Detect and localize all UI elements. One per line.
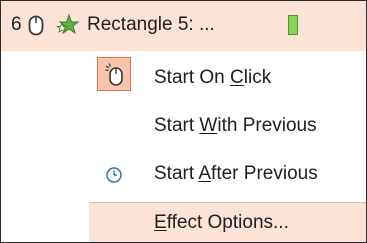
menu-item-label: Start On Click: [154, 67, 272, 88]
menu-item-effect-options[interactable]: Effect Options...: [89, 202, 366, 242]
timing-bar[interactable]: [288, 15, 298, 35]
star-icon: [56, 13, 79, 35]
animation-item-row[interactable]: 6 Rectangle 5: ...: [1, 1, 366, 51]
menu-item-label: Start After Previous: [154, 163, 318, 184]
menu-item-label: Start With Previous: [154, 115, 317, 136]
animation-context-window: 6 Rectangle 5: ... Start On Click Start …: [0, 0, 367, 243]
menu-item-start-after-previous[interactable]: Start After Previous: [89, 155, 366, 193]
animation-item-name: Rectangle 5: ...: [87, 14, 215, 35]
mouse-click-icon: [105, 63, 123, 86]
menu-item-start-with-previous[interactable]: Start With Previous: [89, 107, 366, 145]
mouse-icon: [28, 15, 44, 36]
menu-item-label: Effect Options...: [154, 212, 289, 233]
mouse-click-icon-box: [97, 57, 131, 91]
animation-order-number: 6: [11, 14, 22, 35]
clock-icon: [106, 167, 122, 183]
